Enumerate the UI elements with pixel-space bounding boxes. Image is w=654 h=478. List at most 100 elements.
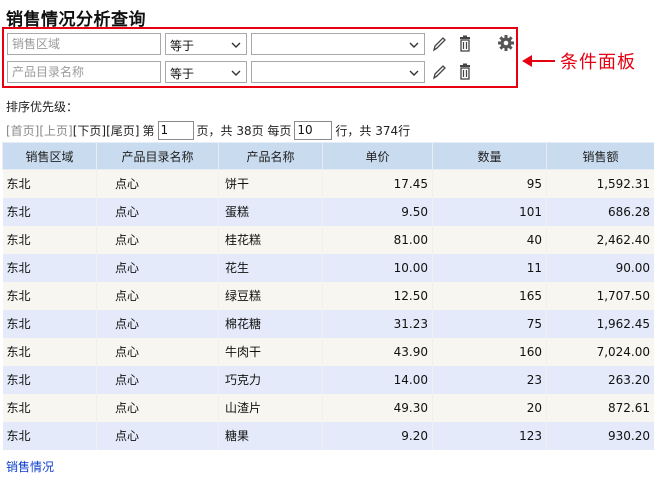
- current-page-input[interactable]: [157, 120, 194, 140]
- condition-panel: 等于: [2, 27, 518, 88]
- table-row: 东北 点心 山渣片 49.30 20 872.61: [2, 393, 654, 422]
- table-header-row: 销售区域 产品目录名称 产品名称 单价 数量 销售额: [2, 142, 654, 170]
- cell-quantity: 101: [432, 197, 547, 226]
- cell-unit-price: 31.23: [322, 309, 433, 338]
- table-row: 东北 点心 巧克力 14.00 23 263.20: [2, 365, 654, 394]
- column-header-product[interactable]: 产品名称: [218, 142, 323, 170]
- cell-product: 桂花糕: [218, 225, 323, 254]
- column-header-quantity[interactable]: 数量: [432, 142, 547, 170]
- sort-priority-label: 排序优先级：: [6, 100, 79, 114]
- cell-product: 绿豆糕: [218, 281, 323, 310]
- chevron-down-icon: [231, 70, 241, 76]
- prev-page-link[interactable]: [上页]: [39, 122, 72, 139]
- cell-product: 蛋糕: [218, 197, 323, 226]
- gear-icon[interactable]: [497, 34, 515, 52]
- trash-icon[interactable]: [457, 35, 473, 53]
- table-row: 东北 点心 棉花糖 31.23 75 1,962.45: [2, 309, 654, 338]
- cell-quantity: 123: [432, 421, 547, 450]
- cell-sales-amount: 90.00: [546, 253, 654, 282]
- cell-product: 山渣片: [218, 393, 323, 422]
- cell-quantity: 20: [432, 393, 547, 422]
- cell-product: 牛肉干: [218, 337, 323, 366]
- chevron-down-icon: [409, 70, 419, 76]
- pencil-icon[interactable]: [431, 63, 447, 81]
- cell-unit-price: 9.50: [322, 197, 433, 226]
- chevron-down-icon: [409, 42, 419, 48]
- condition-field-input-1[interactable]: [7, 33, 161, 55]
- cell-sales-amount: 1,592.31: [546, 169, 654, 198]
- first-page-link[interactable]: [首页]: [6, 122, 39, 139]
- last-page-link[interactable]: [尾页]: [106, 122, 139, 139]
- condition-field-input-2[interactable]: [7, 61, 161, 83]
- cell-product: 花生: [218, 253, 323, 282]
- cell-region: 东北: [2, 281, 97, 310]
- table-row: 东北 点心 牛肉干 43.90 160 7,024.00: [2, 337, 654, 366]
- condition-value-select-1[interactable]: [251, 33, 425, 55]
- cell-sales-amount: 872.61: [546, 393, 654, 422]
- cell-unit-price: 10.00: [322, 253, 433, 282]
- condition-operator-select-1[interactable]: 等于: [165, 33, 247, 55]
- column-header-category[interactable]: 产品目录名称: [96, 142, 219, 170]
- cell-sales-amount: 1,707.50: [546, 281, 654, 310]
- cell-product: 糖果: [218, 421, 323, 450]
- condition-value-select-2[interactable]: [251, 61, 425, 83]
- cell-quantity: 40: [432, 225, 547, 254]
- cell-category: 点心: [96, 197, 219, 226]
- cell-category: 点心: [96, 253, 219, 282]
- trash-icon[interactable]: [457, 63, 473, 81]
- condition-operator-select-2[interactable]: 等于: [165, 61, 247, 83]
- page-count-text: 页，共 38页 每页: [196, 123, 292, 138]
- column-header-sales-amount[interactable]: 销售额: [546, 142, 654, 170]
- cell-product: 棉花糖: [218, 309, 323, 338]
- cell-sales-amount: 2,462.40: [546, 225, 654, 254]
- cell-product: 巧克力: [218, 365, 323, 394]
- cell-region: 东北: [2, 393, 97, 422]
- page-prefix: 第: [142, 123, 155, 138]
- cell-unit-price: 81.00: [322, 225, 433, 254]
- cell-region: 东北: [2, 253, 97, 282]
- table-row: 东北 点心 桂花糕 81.00 40 2,462.40: [2, 225, 654, 254]
- cell-category: 点心: [96, 225, 219, 254]
- table-row: 东北 点心 饼干 17.45 95 1,592.31: [2, 169, 654, 198]
- sales-table: 销售区域 产品目录名称 产品名称 单价 数量 销售额 东北 点心 饼干 17.45 95…: [2, 142, 654, 450]
- cell-region: 东北: [2, 309, 97, 338]
- cell-product: 饼干: [218, 169, 323, 198]
- page-size-input[interactable]: [294, 120, 333, 140]
- pagination-bar: [首页] [上页] [下页] [尾页] 第 页，共 38页 每页 行，共 374…: [6, 120, 410, 140]
- cell-quantity: 160: [432, 337, 547, 366]
- chevron-down-icon: [231, 42, 241, 48]
- cell-sales-amount: 686.28: [546, 197, 654, 226]
- condition-operator-value-2: 等于: [170, 67, 195, 81]
- row-count-text: 行，共 374行: [335, 123, 411, 138]
- sales-report-link[interactable]: 销售情况: [6, 458, 54, 475]
- table-row: 东北 点心 花生 10.00 11 90.00: [2, 253, 654, 282]
- cell-unit-price: 12.50: [322, 281, 433, 310]
- cell-category: 点心: [96, 309, 219, 338]
- column-header-unit-price[interactable]: 单价: [322, 142, 433, 170]
- cell-quantity: 75: [432, 309, 547, 338]
- column-header-region[interactable]: 销售区域: [2, 142, 97, 170]
- cell-quantity: 11: [432, 253, 547, 282]
- condition-operator-value-1: 等于: [170, 39, 195, 53]
- cell-unit-price: 9.20: [322, 421, 433, 450]
- cell-category: 点心: [96, 337, 219, 366]
- next-page-link[interactable]: [下页]: [73, 122, 106, 139]
- cell-category: 点心: [96, 365, 219, 394]
- pencil-icon[interactable]: [431, 35, 447, 53]
- cell-region: 东北: [2, 365, 97, 394]
- cell-sales-amount: 930.20: [546, 421, 654, 450]
- cell-region: 东北: [2, 337, 97, 366]
- cell-sales-amount: 1,962.45: [546, 309, 654, 338]
- cell-region: 东北: [2, 197, 97, 226]
- arrow-left-icon: [522, 55, 555, 67]
- cell-region: 东北: [2, 169, 97, 198]
- condition-panel-callout: 条件面板: [560, 52, 636, 73]
- cell-unit-price: 14.00: [322, 365, 433, 394]
- cell-region: 东北: [2, 225, 97, 254]
- table-row: 东北 点心 糖果 9.20 123 930.20: [2, 421, 654, 450]
- cell-category: 点心: [96, 281, 219, 310]
- table-row: 东北 点心 蛋糕 9.50 101 686.28: [2, 197, 654, 226]
- cell-quantity: 23: [432, 365, 547, 394]
- cell-quantity: 95: [432, 169, 547, 198]
- cell-category: 点心: [96, 169, 219, 198]
